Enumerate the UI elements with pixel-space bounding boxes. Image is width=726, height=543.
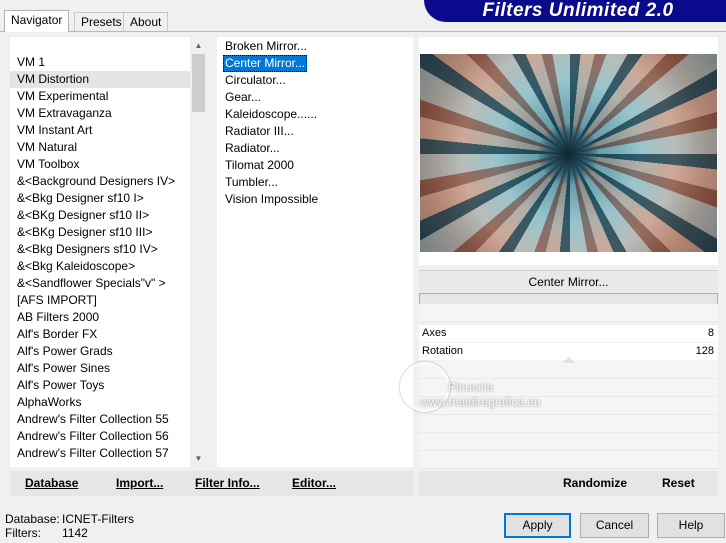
- param-empty-row: [419, 433, 718, 451]
- database-info: Database: ICNET-Filters Filters: 1142: [5, 512, 134, 540]
- app-title: Filters Unlimited 2.0: [482, 0, 674, 21]
- watermark-line1: Pinuccia: [448, 380, 494, 394]
- apply-button[interactable]: Apply: [504, 513, 571, 538]
- filters-label: Filters:: [5, 526, 41, 540]
- category-item[interactable]: Andrew's Filter Collection 55: [10, 411, 190, 428]
- filter-item[interactable]: Radiator III...: [223, 123, 296, 140]
- category-item[interactable]: VM Experimental: [10, 88, 190, 105]
- param-spacer: [419, 304, 718, 322]
- category-item[interactable]: Alf's Power Toys: [10, 377, 190, 394]
- param-name: Axes: [422, 327, 447, 339]
- filter-item[interactable]: Gear...: [223, 89, 263, 106]
- category-item[interactable]: &<BKg Designer sf10 II>: [10, 207, 190, 224]
- param-empty-row: [419, 451, 718, 469]
- watermark-line2: www.maidiregrafica.eu: [420, 395, 541, 409]
- filter-info-button[interactable]: Filter Info...: [195, 471, 260, 496]
- filter-list[interactable]: Broken Mirror... Center Mirror... Circulat…: [217, 37, 413, 467]
- category-list[interactable]: VM 1 VM Distortion VM Experimental VM Extra…: [10, 37, 207, 467]
- category-item[interactable]: AlphaWorks: [10, 394, 190, 411]
- category-item[interactable]: Alf's Power Grads: [10, 343, 190, 360]
- category-item[interactable]: VM 1: [10, 54, 190, 71]
- param-value: 8: [707, 327, 714, 339]
- filter-item[interactable]: Vision Impossible: [223, 191, 320, 208]
- category-item[interactable]: VM Instant Art: [10, 122, 190, 139]
- preview-panel: [419, 37, 718, 265]
- category-item[interactable]: [AFS IMPORT]: [10, 292, 190, 309]
- filter-title: Center Mirror...: [419, 270, 718, 293]
- preview-center: [538, 124, 598, 184]
- category-item[interactable]: Alf's Power Sines: [10, 360, 190, 377]
- tab-navigator[interactable]: Navigator: [4, 10, 70, 32]
- category-item[interactable]: &<Bkg Kaleidoscope>: [10, 258, 190, 275]
- category-scrollbar[interactable]: ▲ ▼: [190, 37, 207, 467]
- scroll-up-icon[interactable]: ▲: [190, 37, 207, 54]
- filter-item[interactable]: Tilomat 2000: [223, 157, 296, 174]
- slider-marker: [563, 357, 575, 363]
- param-name: Rotation: [422, 345, 463, 357]
- right-toolbar: Randomize Reset: [419, 471, 718, 496]
- category-item[interactable]: &<Background Designers IV>: [10, 173, 190, 190]
- help-button[interactable]: Help: [657, 513, 725, 538]
- database-button[interactable]: Database: [25, 471, 78, 496]
- filter-item[interactable]: Tumbler...: [223, 174, 280, 191]
- preview-image: [420, 54, 717, 252]
- param-axes[interactable]: Axes 8: [419, 325, 718, 343]
- database-value: ICNET-Filters: [62, 512, 134, 526]
- category-item[interactable]: Andrew's Filter Collection 56: [10, 428, 190, 445]
- cancel-button[interactable]: Cancel: [580, 513, 649, 538]
- tab-about[interactable]: About: [123, 12, 169, 31]
- scroll-down-icon[interactable]: ▼: [190, 450, 207, 467]
- tab-presets[interactable]: Presets: [74, 12, 129, 31]
- watermark: Pinuccia www.maidiregrafica.eu: [420, 380, 541, 410]
- param-value: 128: [695, 345, 714, 357]
- category-item[interactable]: &<Bkg Designer sf10 I>: [10, 190, 190, 207]
- category-item[interactable]: VM Distortion: [10, 71, 190, 88]
- filter-item[interactable]: Broken Mirror...: [223, 38, 309, 55]
- database-label: Database:: [5, 512, 60, 526]
- category-item[interactable]: &<Sandflower Specials"v" >: [10, 275, 190, 292]
- category-item[interactable]: VM Toolbox: [10, 156, 190, 173]
- editor-button[interactable]: Editor...: [292, 471, 336, 496]
- filters-count: 1142: [62, 526, 88, 540]
- category-item[interactable]: AB Filters 2000: [10, 309, 190, 326]
- category-item[interactable]: Andrew's Filter Collection 57: [10, 445, 190, 462]
- filter-items: Broken Mirror... Center Mirror... Circulat…: [223, 38, 320, 208]
- filter-item[interactable]: Center Mirror...: [223, 55, 308, 72]
- category-item[interactable]: VM Extravaganza: [10, 105, 190, 122]
- category-item[interactable]: &<Bkg Designers sf10 IV>: [10, 241, 190, 258]
- category-item[interactable]: VM Natural: [10, 139, 190, 156]
- param-empty-row: [419, 415, 718, 433]
- left-toolbar: Database Import... Filter Info... Editor…: [10, 471, 413, 496]
- reset-button[interactable]: Reset: [662, 471, 695, 496]
- import-button[interactable]: Import...: [116, 471, 163, 496]
- scroll-thumb[interactable]: [192, 54, 205, 112]
- category-item[interactable]: &<BKg Designer sf10 III>: [10, 224, 190, 241]
- filter-item[interactable]: Radiator...: [223, 140, 282, 157]
- category-items: VM 1 VM Distortion VM Experimental VM Extra…: [10, 54, 190, 462]
- filter-item[interactable]: Kaleidoscope......: [223, 106, 319, 123]
- param-empty-row: [419, 357, 718, 379]
- header-divider: [0, 31, 726, 32]
- category-item[interactable]: Alf's Border FX: [10, 326, 190, 343]
- filter-item[interactable]: Circulator...: [223, 72, 288, 89]
- randomize-button[interactable]: Randomize: [563, 471, 627, 496]
